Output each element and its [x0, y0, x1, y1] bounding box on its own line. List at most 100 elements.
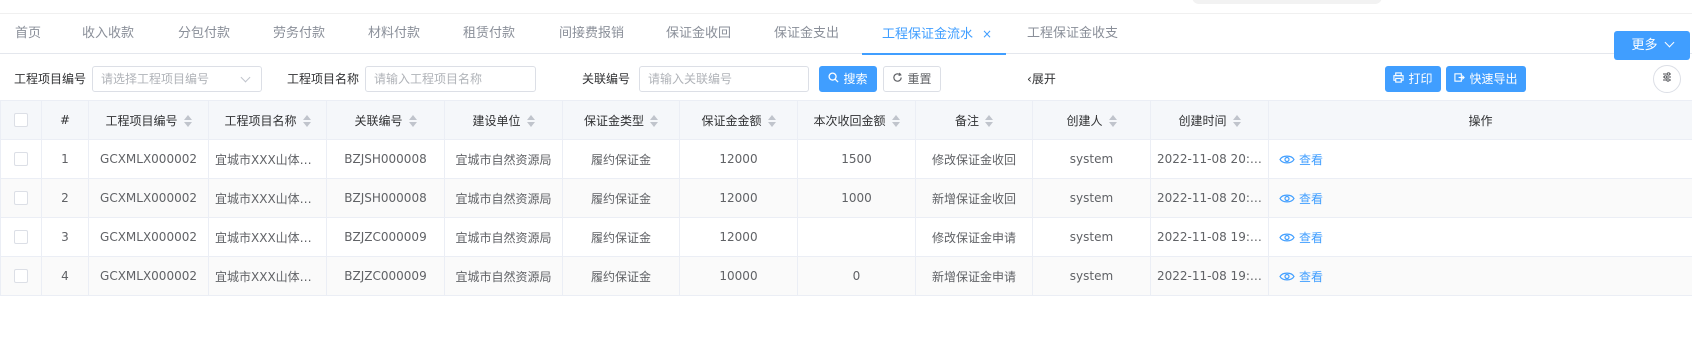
row-checkbox[interactable]	[14, 152, 28, 167]
sort-icon[interactable]	[1232, 115, 1241, 127]
cell-project-name: 宜城市XXX山体滑...	[208, 217, 327, 257]
more-button[interactable]: 更多	[1614, 31, 1690, 60]
tab-labor-payment[interactable]: 劳务付款	[273, 14, 325, 54]
row-checkbox-cell[interactable]	[0, 178, 42, 218]
column-header-label: 创建时间	[1178, 113, 1227, 128]
column-header-created-at[interactable]: 创建时间	[1150, 100, 1269, 140]
top-strip	[0, 0, 1692, 14]
sort-icon[interactable]	[183, 115, 192, 127]
expand-toggle[interactable]: ‹展开	[1027, 70, 1056, 87]
cell-actions: 查看	[1268, 139, 1692, 179]
project-code-label: 工程项目编号	[14, 72, 87, 86]
cell-index: 4	[41, 256, 89, 296]
column-header-amount[interactable]: 保证金金额	[679, 100, 798, 140]
column-header-label: 备注	[954, 113, 979, 128]
row-checkbox-cell[interactable]	[0, 139, 42, 179]
project-code-select[interactable]: 请选择工程项目编号	[92, 66, 262, 92]
tab-deposit-expense[interactable]: 保证金支出	[774, 14, 839, 54]
column-header-remark[interactable]: 备注	[915, 100, 1033, 140]
tab-deposit-recovery[interactable]: 保证金收回	[666, 14, 731, 54]
quick-export-button[interactable]: 快速导出	[1446, 66, 1526, 92]
cell-remark: 新增保证金收回	[915, 178, 1033, 218]
column-header-label: 保证金金额	[701, 113, 762, 128]
sort-icon[interactable]	[526, 115, 535, 127]
select-all-checkbox-cell[interactable]	[0, 100, 42, 140]
column-header-label: 关联编号	[354, 113, 403, 128]
row-checkbox-cell[interactable]	[0, 217, 42, 257]
column-header-project-name[interactable]: 工程项目名称	[208, 100, 327, 140]
cell-project-name: 宜城市XXX山体滑...	[208, 139, 327, 179]
table-row: 1 GCXMLX000002 宜城市XXX山体滑... BZJSH000008 …	[0, 139, 1692, 179]
sort-icon[interactable]	[985, 115, 993, 127]
row-checkbox-cell[interactable]	[0, 256, 42, 296]
tab-bar: 首页 收入收款 分包付款 劳务付款 材料付款 租赁付款 间接费报销 保证金收回 …	[0, 14, 1692, 60]
export-icon	[1454, 68, 1466, 92]
cell-creator: system	[1032, 178, 1151, 218]
cell-project-code: GCXMLX000002	[88, 217, 209, 257]
search-button[interactable]: 搜索	[819, 66, 877, 92]
sort-icon[interactable]	[1108, 115, 1117, 127]
sort-icon[interactable]	[767, 115, 776, 127]
sort-icon[interactable]	[302, 115, 311, 127]
tab-deposit-flow[interactable]: 工程保证金流水 ×	[862, 14, 1007, 55]
cell-project-code: GCXMLX000002	[88, 256, 209, 296]
tab-material-payment[interactable]: 材料付款	[368, 14, 420, 54]
tab-indirect-expense[interactable]: 间接费报销	[559, 14, 624, 54]
row-checkbox[interactable]	[14, 269, 28, 284]
close-icon[interactable]: ×	[982, 14, 992, 54]
cell-recovered: 1500	[797, 139, 916, 179]
sort-icon[interactable]	[408, 115, 417, 127]
cell-project-code: GCXMLX000002	[88, 178, 209, 218]
column-header-deposit-type[interactable]: 保证金类型	[562, 100, 680, 140]
table-header-row: # 工程项目编号 工程项目名称 关联编号 建设单位 保证金类型 保证金金额 本次…	[0, 100, 1692, 140]
cell-project-code: GCXMLX000002	[88, 139, 209, 179]
eye-icon	[1279, 272, 1295, 280]
project-name-label: 工程项目名称	[287, 72, 360, 86]
cell-project-name: 宜城市XXX山体滑...	[208, 256, 327, 296]
sort-icon[interactable]	[650, 115, 658, 127]
column-header-builder[interactable]: 建设单位	[444, 100, 563, 140]
tab-subcontract-payment[interactable]: 分包付款	[178, 14, 230, 54]
project-name-input[interactable]: 请输入工程项目名称	[365, 66, 536, 92]
row-checkbox[interactable]	[14, 191, 28, 206]
table-row: 2 GCXMLX000002 宜城市XXX山体滑... BZJSH000008 …	[0, 178, 1692, 218]
cell-related-code: BZJZC000009	[326, 217, 445, 257]
cell-creator: system	[1032, 256, 1151, 296]
table-row: 3 GCXMLX000002 宜城市XXX山体滑... BZJZC000009 …	[0, 217, 1692, 257]
filter-settings-icon[interactable]	[1653, 65, 1681, 93]
cell-remark: 修改保证金申请	[915, 217, 1033, 257]
cell-index: 1	[41, 139, 89, 179]
view-link[interactable]: 查看	[1279, 190, 1323, 207]
related-code-label: 关联编号	[582, 72, 631, 86]
cell-builder: 宜城市自然资源局	[444, 217, 563, 257]
column-header-creator[interactable]: 创建人	[1032, 100, 1151, 140]
view-link[interactable]: 查看	[1279, 268, 1323, 285]
column-header-label: 保证金类型	[583, 113, 644, 128]
tab-lease-payment[interactable]: 租赁付款	[463, 14, 515, 54]
expand-label: 展开	[1031, 72, 1056, 86]
related-code-input[interactable]: 请输入关联编号	[639, 66, 809, 92]
tab-income-collection[interactable]: 收入收款	[82, 14, 134, 54]
cell-index: 3	[41, 217, 89, 257]
row-checkbox[interactable]	[14, 230, 28, 245]
reset-button-label: 重置	[907, 72, 932, 86]
tab-deposit-income-expense[interactable]: 工程保证金收支	[1027, 14, 1118, 54]
column-header-related-code[interactable]: 关联编号	[326, 100, 445, 140]
reset-button[interactable]: 重置	[883, 66, 941, 92]
top-decoration	[1192, 0, 1382, 4]
cell-deposit-type: 履约保证金	[562, 178, 680, 218]
search-button-label: 搜索	[843, 72, 868, 86]
view-link[interactable]: 查看	[1279, 229, 1323, 246]
view-link[interactable]: 查看	[1279, 151, 1323, 168]
cell-actions: 查看	[1268, 217, 1692, 257]
deposit-flow-table: # 工程项目编号 工程项目名称 关联编号 建设单位 保证金类型 保证金金额 本次…	[0, 100, 1692, 296]
tab-home[interactable]: 首页	[15, 14, 41, 54]
column-header-recovered[interactable]: 本次收回金额	[797, 100, 916, 140]
print-button[interactable]: 打印	[1385, 66, 1441, 92]
tab-deposit-flow-label: 工程保证金流水	[882, 27, 974, 42]
cell-actions: 查看	[1268, 178, 1692, 218]
column-header-project-code[interactable]: 工程项目编号	[88, 100, 209, 140]
view-link-label: 查看	[1299, 152, 1324, 167]
select-all-checkbox[interactable]	[14, 113, 28, 128]
sort-icon[interactable]	[891, 115, 900, 127]
